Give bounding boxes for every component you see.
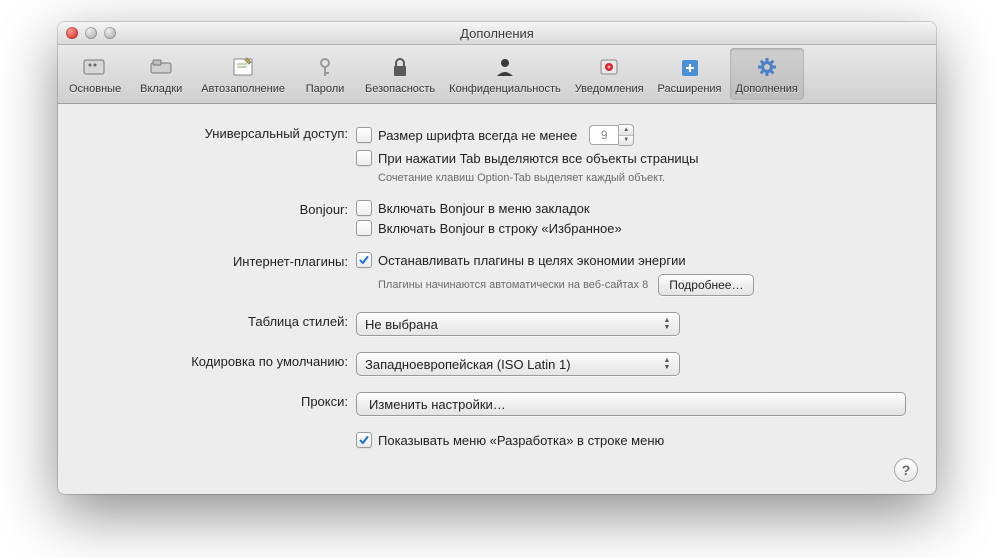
stylesheet-select[interactable]: Не выбрана ▲▼ [356, 312, 680, 336]
font-size-checkbox[interactable] [356, 127, 372, 143]
plugin-power-label: Останавливать плагины в целях экономии э… [378, 253, 686, 268]
advanced-pane: Универсальный доступ: Размер шрифта всег… [58, 104, 936, 494]
font-size-value: 9 [589, 125, 619, 145]
toolbar-label: Дополнения [736, 83, 798, 95]
toolbar-notifications[interactable]: Уведомления [569, 48, 650, 100]
toolbar-label: Вкладки [140, 83, 182, 95]
autofill-icon [228, 53, 258, 81]
toolbar-general[interactable]: Основные [63, 48, 127, 100]
notifications-icon [594, 53, 624, 81]
chevron-updown-icon: ▲▼ [661, 356, 673, 372]
encoding-value: Западноевропейская (ISO Latin 1) [365, 357, 571, 372]
toolbar-label: Безопасность [365, 83, 435, 95]
plugin-power-checkbox[interactable] [356, 252, 372, 268]
general-icon [80, 53, 110, 81]
bonjour-bookmarks-checkbox[interactable] [356, 200, 372, 216]
font-size-checkbox-label: Размер шрифта всегда не менее [378, 128, 577, 143]
encoding-label: Кодировка по умолчанию: [88, 352, 356, 369]
toolbar-label: Основные [69, 83, 121, 95]
toolbar-label: Пароли [306, 83, 345, 95]
toolbar-tabs[interactable]: Вкладки [129, 48, 193, 100]
toolbar-label: Расширения [658, 83, 722, 95]
toolbar-passwords[interactable]: Пароли [293, 48, 357, 100]
spacer [88, 432, 356, 434]
extensions-icon [675, 53, 705, 81]
toolbar-label: Автозаполнение [201, 83, 285, 95]
proxies-button[interactable]: Изменить настройки… [356, 392, 906, 416]
toolbar-extensions[interactable]: Расширения [652, 48, 728, 100]
proxies-label: Прокси: [88, 392, 356, 409]
plugin-details-button[interactable]: Подробнее… [658, 274, 754, 296]
gear-icon [752, 53, 782, 81]
stylesheet-label: Таблица стилей: [88, 312, 356, 329]
toolbar-label: Уведомления [575, 83, 644, 95]
toolbar-security[interactable]: Безопасность [359, 48, 441, 100]
tab-highlight-note: Сочетание клавиш Option-Tab выделяет каж… [356, 172, 906, 184]
develop-menu-label: Показывать меню «Разработка» в строке ме… [378, 433, 664, 448]
key-icon [310, 53, 340, 81]
stepper-arrows[interactable]: ▲▼ [619, 124, 634, 146]
bonjour-favorites-label: Включать Bonjour в строку «Избранное» [378, 221, 622, 236]
help-button[interactable]: ? [894, 458, 918, 482]
bonjour-favorites-checkbox[interactable] [356, 220, 372, 236]
plugins-label: Интернет-плагины: [88, 252, 356, 269]
privacy-icon [490, 53, 520, 81]
bonjour-label: Bonjour: [88, 200, 356, 217]
chevron-updown-icon: ▲▼ [661, 316, 673, 332]
universal-access-label: Универсальный доступ: [88, 124, 356, 141]
develop-menu-checkbox[interactable] [356, 432, 372, 448]
window-controls [66, 27, 116, 39]
tabs-icon [146, 53, 176, 81]
tab-highlight-checkbox[interactable] [356, 150, 372, 166]
preferences-toolbar: Основные Вкладки Автозаполнение Пароли [58, 45, 936, 104]
titlebar: Дополнения [58, 22, 936, 45]
window-title: Дополнения [58, 26, 936, 41]
plugin-note: Плагины начинаются автоматически на веб-… [378, 279, 648, 291]
minimize-button[interactable] [85, 27, 97, 39]
preferences-window: Дополнения Основные Вкладки Автозаполн [58, 22, 936, 494]
toolbar-advanced[interactable]: Дополнения [730, 48, 804, 100]
toolbar-privacy[interactable]: Конфиденциальность [443, 48, 567, 100]
close-button[interactable] [66, 27, 78, 39]
bonjour-bookmarks-label: Включать Bonjour в меню закладок [378, 201, 590, 216]
lock-icon [385, 53, 415, 81]
zoom-button[interactable] [104, 27, 116, 39]
tab-highlight-checkbox-label: При нажатии Tab выделяются все объекты с… [378, 151, 698, 166]
stylesheet-value: Не выбрана [365, 317, 438, 332]
font-size-stepper[interactable]: 9 ▲▼ [589, 124, 634, 146]
encoding-select[interactable]: Западноевропейская (ISO Latin 1) ▲▼ [356, 352, 680, 376]
toolbar-autofill[interactable]: Автозаполнение [195, 48, 291, 100]
toolbar-label: Конфиденциальность [449, 83, 561, 95]
